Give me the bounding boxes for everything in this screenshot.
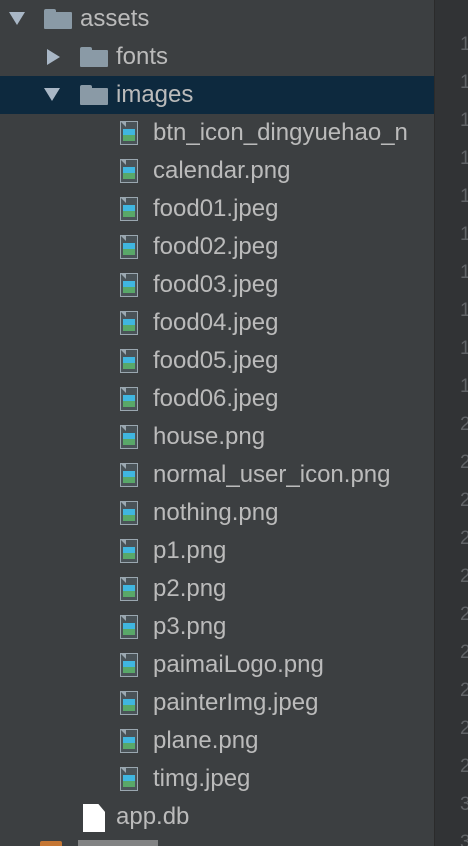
tree-item-file[interactable]: food02.jpeg — [0, 228, 434, 266]
line-number: 2 — [460, 566, 468, 588]
line-number: 1 — [460, 338, 468, 360]
tree-item-file[interactable]: calendar.png — [0, 152, 434, 190]
image-file-icon — [120, 159, 138, 183]
chevron-right-icon[interactable] — [47, 49, 60, 65]
tree-item-file[interactable]: normal_user_icon.png — [0, 456, 434, 494]
next-tree-item-partial — [30, 838, 170, 846]
tree-item-file[interactable]: food06.jpeg — [0, 380, 434, 418]
image-file-icon — [120, 463, 138, 487]
tree-item-label: images — [116, 81, 194, 108]
line-number: 1 — [460, 262, 468, 284]
folder-icon — [80, 85, 108, 105]
image-file-icon — [120, 311, 138, 335]
line-number: 2 — [460, 490, 468, 512]
line-number: 1 — [460, 148, 468, 170]
image-file-icon — [120, 121, 138, 145]
tree-item-label: fonts — [116, 43, 169, 70]
image-file-icon — [120, 577, 138, 601]
image-file-icon — [120, 539, 138, 563]
tree-item-label: food01.jpeg — [153, 195, 279, 222]
tree-item-file[interactable]: food01.jpeg — [0, 190, 434, 228]
tree-item-label: food04.jpeg — [153, 309, 279, 336]
image-file-icon — [120, 729, 138, 753]
tree-item-file[interactable]: food03.jpeg — [0, 266, 434, 304]
line-number: 2 — [460, 604, 468, 626]
line-number: 1 — [460, 224, 468, 246]
line-number: 2 — [460, 680, 468, 702]
tree-item-label: assets — [80, 5, 150, 32]
line-number: 2 — [460, 718, 468, 740]
tree-item-app-db[interactable]: app.db — [0, 798, 434, 836]
chevron-down-icon[interactable] — [44, 88, 60, 101]
tree-item-label: food05.jpeg — [153, 347, 279, 374]
tree-item-label: normal_user_icon.png — [153, 461, 391, 488]
image-file-icon — [120, 501, 138, 525]
folder-icon — [44, 9, 72, 29]
tree-item-label: painterImg.jpeg — [153, 689, 319, 716]
image-file-icon — [120, 197, 138, 221]
tree-item-label: calendar.png — [153, 157, 291, 184]
tree-item-file[interactable]: btn_icon_dingyuehao_n — [0, 114, 434, 152]
line-number: 3 — [460, 832, 468, 846]
line-number: 2 — [460, 414, 468, 436]
tree-item-file[interactable]: nothing.png — [0, 494, 434, 532]
image-file-icon — [120, 691, 138, 715]
tree-item-label: food06.jpeg — [153, 385, 279, 412]
line-number: 1 — [460, 300, 468, 322]
tree-item-images[interactable]: images — [0, 76, 434, 114]
tree-item-label-partial — [78, 840, 158, 846]
image-file-icon — [120, 349, 138, 373]
image-file-icon — [120, 653, 138, 677]
line-number: 1 — [460, 34, 468, 56]
line-number: 2 — [460, 756, 468, 778]
editor-line-gutter: 1 1 1 1 1 1 1 1 1 1 2 2 2 2 2 2 2 2 2 2 … — [434, 0, 468, 846]
tree-item-label: plane.png — [153, 727, 259, 754]
image-file-icon — [120, 387, 138, 411]
project-tree: assets fonts images btn_icon_dingyuehao_… — [0, 0, 434, 846]
tree-item-file[interactable]: plane.png — [0, 722, 434, 760]
tree-item-label: food02.jpeg — [153, 233, 279, 260]
tree-item-file[interactable]: food05.jpeg — [0, 342, 434, 380]
tree-item-label: p2.png — [153, 575, 227, 602]
tree-item-label: timg.jpeg — [153, 765, 251, 792]
chevron-down-icon[interactable] — [9, 12, 25, 25]
line-number: 1 — [460, 376, 468, 398]
file-icon — [83, 804, 105, 832]
line-number: 1 — [460, 186, 468, 208]
tree-item-label: btn_icon_dingyuehao_n — [153, 119, 408, 146]
tree-item-label: food03.jpeg — [153, 271, 279, 298]
tree-item-label: nothing.png — [153, 499, 279, 526]
tree-item-label: p1.png — [153, 537, 227, 564]
image-file-icon — [120, 273, 138, 297]
tree-item-file[interactable]: p3.png — [0, 608, 434, 646]
line-number: 1 — [460, 110, 468, 132]
line-number: 2 — [460, 528, 468, 550]
tree-item-assets[interactable]: assets — [0, 0, 434, 38]
line-number: 1 — [460, 72, 468, 94]
tree-item-fonts[interactable]: fonts — [0, 38, 434, 76]
image-file-icon — [120, 767, 138, 791]
tree-item-file[interactable]: food04.jpeg — [0, 304, 434, 342]
line-number: 3 — [460, 794, 468, 816]
line-number: 2 — [460, 642, 468, 664]
image-file-icon — [120, 615, 138, 639]
tree-item-file[interactable]: p2.png — [0, 570, 434, 608]
tree-item-file[interactable]: p1.png — [0, 532, 434, 570]
tree-item-file[interactable]: house.png — [0, 418, 434, 456]
tree-item-label: p3.png — [153, 613, 227, 640]
image-file-icon — [120, 235, 138, 259]
image-file-icon — [120, 425, 138, 449]
tree-item-file[interactable]: timg.jpeg — [0, 760, 434, 798]
line-number: 2 — [460, 452, 468, 474]
folder-icon — [80, 47, 108, 67]
tree-item-file[interactable]: painterImg.jpeg — [0, 684, 434, 722]
tree-item-label: paimaiLogo.png — [153, 651, 324, 678]
folder-icon — [40, 841, 62, 846]
tree-item-label: house.png — [153, 423, 266, 450]
tree-item-file[interactable]: paimaiLogo.png — [0, 646, 434, 684]
tree-item-label: app.db — [116, 803, 190, 830]
